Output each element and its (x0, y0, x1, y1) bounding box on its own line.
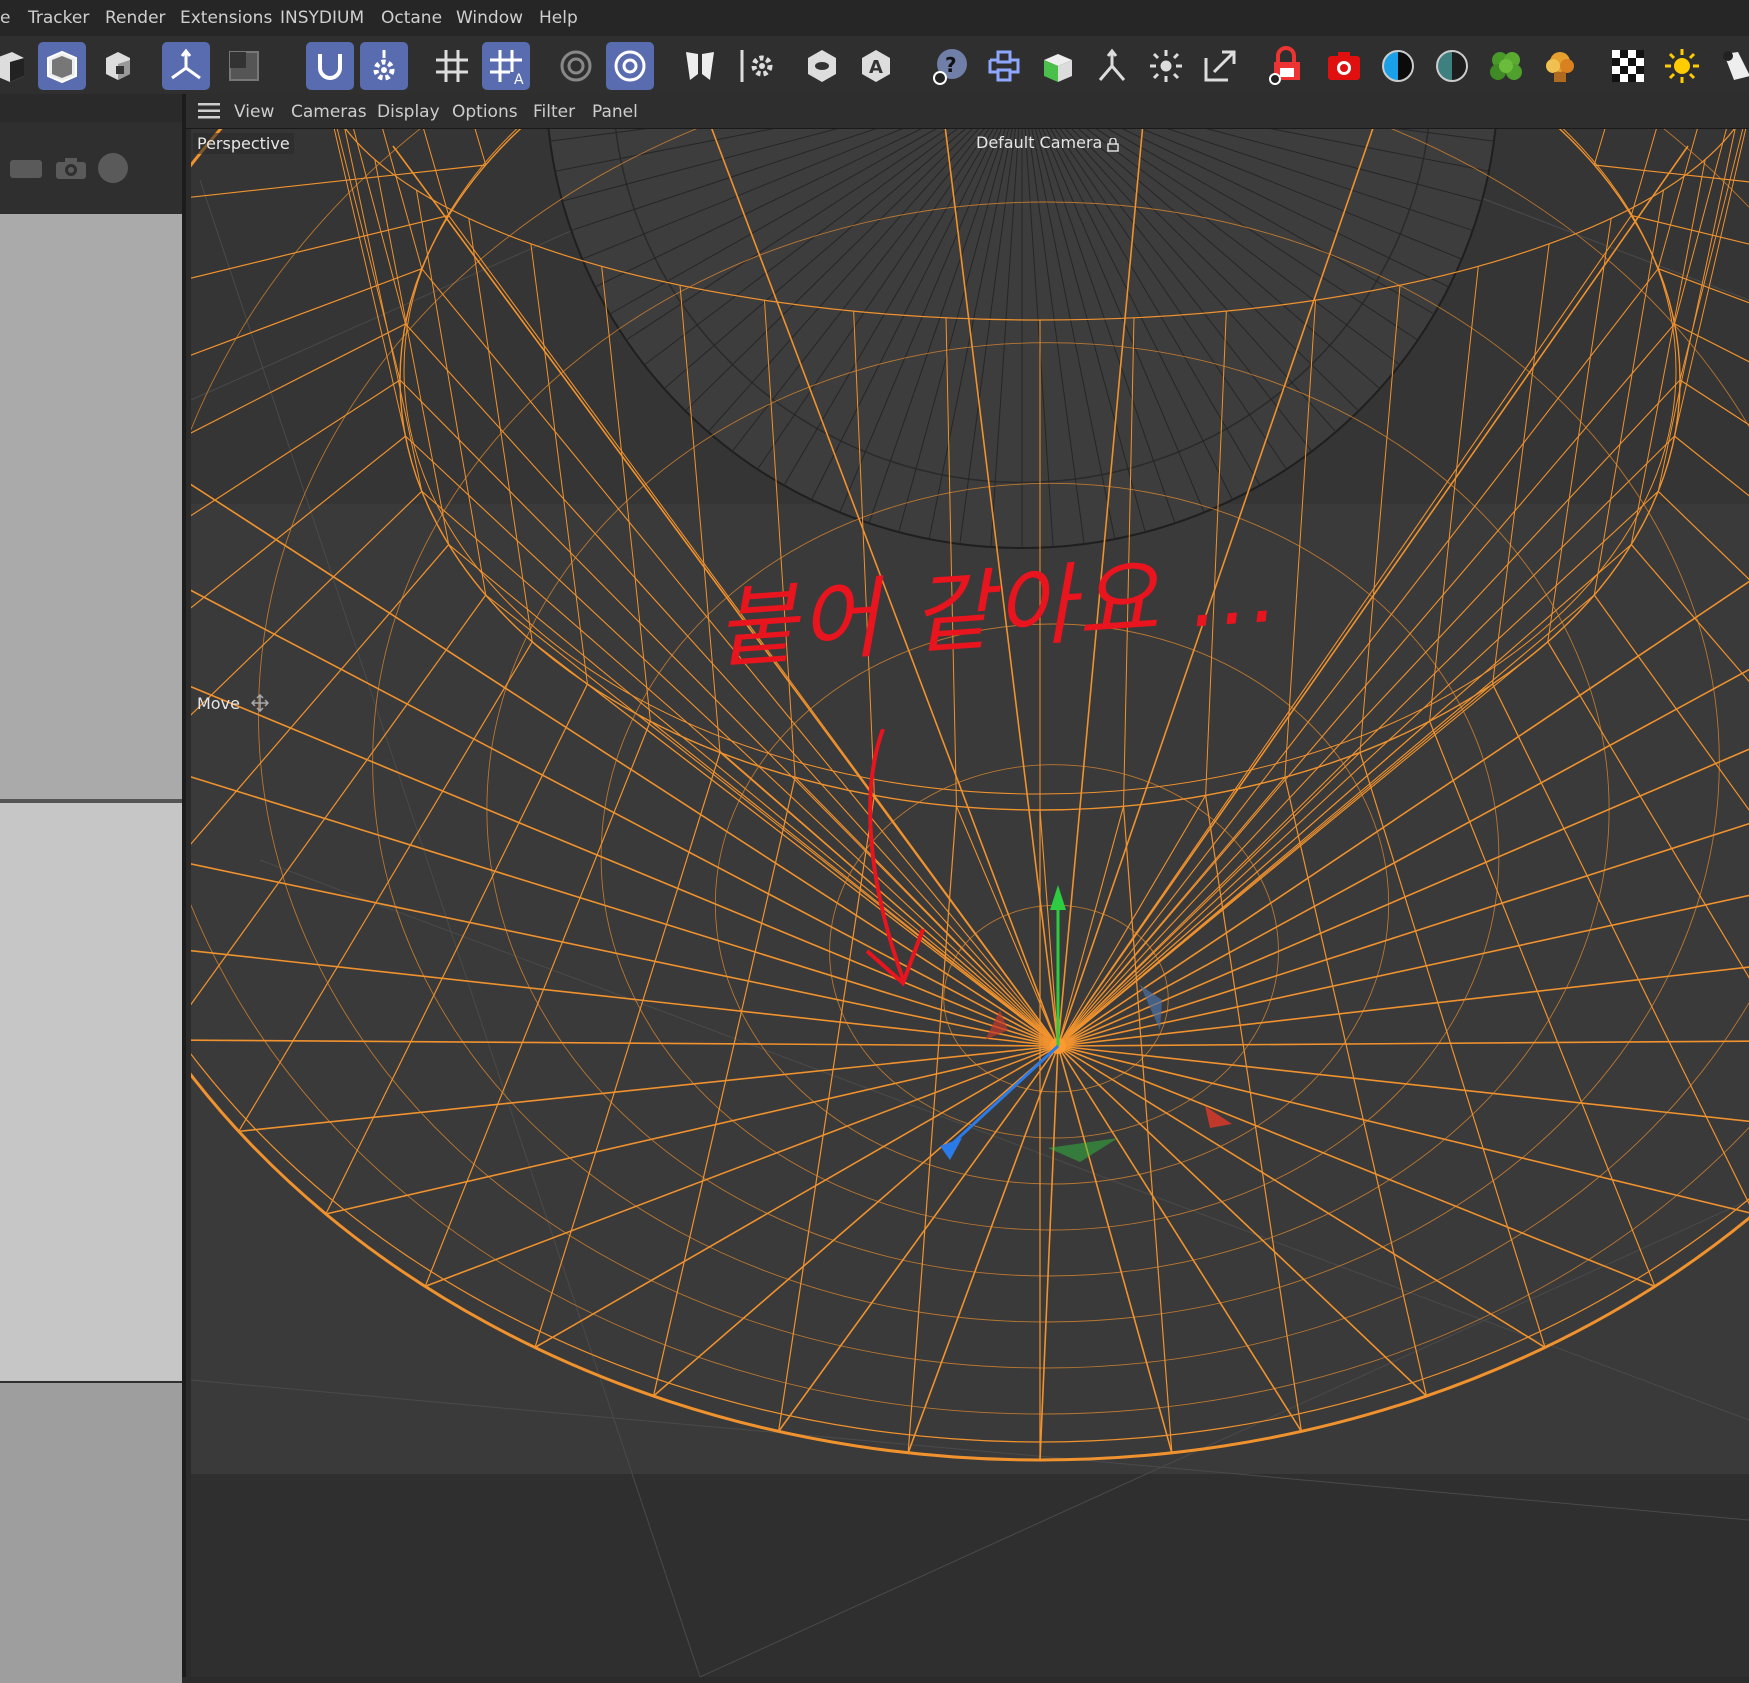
svg-text:A: A (869, 57, 883, 78)
focus-icon[interactable] (1142, 42, 1190, 90)
camera-red-icon[interactable] (1320, 42, 1368, 90)
sun-icon[interactable] (1658, 42, 1706, 90)
menu-item-tracker[interactable]: Tracker (28, 8, 89, 28)
viewport-menu-view[interactable]: View (234, 102, 274, 122)
rect-tool-icon[interactable] (10, 160, 42, 178)
left-panel-header (0, 94, 182, 122)
branch-icon[interactable] (1088, 42, 1136, 90)
menu-item-octane[interactable]: Octane (381, 8, 442, 28)
lock-camera-icon[interactable] (1262, 42, 1310, 90)
frame-icon[interactable] (220, 42, 268, 90)
camera-lock-icon (1107, 136, 1121, 152)
svg-text:A: A (514, 72, 524, 86)
viewport-projection-label: Perspective (193, 133, 294, 154)
annotation-arrow (865, 729, 925, 987)
viewport-menu-bar: View Cameras Display Options Filter Pane… (186, 94, 1749, 129)
spotlight-icon[interactable] (1712, 42, 1749, 90)
menu-item-window[interactable]: Window (456, 8, 523, 28)
help-orb-icon[interactable]: ? (926, 42, 974, 90)
active-tool-label: Move (197, 694, 240, 713)
green-cube-icon[interactable] (1034, 42, 1082, 90)
cube-partial-icon[interactable] (0, 42, 34, 90)
menu-bar: e Tracker Render Extensions INSYDIUM Oct… (0, 0, 1749, 36)
target-icon[interactable] (552, 42, 600, 90)
camera-label-group[interactable]: Default Camera (976, 133, 1121, 152)
teal-circle-icon[interactable] (1428, 42, 1476, 90)
camera-label: Default Camera (976, 133, 1103, 152)
left-panel-area-1 (0, 214, 182, 799)
viewport-menu-display[interactable]: Display (377, 102, 440, 122)
settings-icon[interactable] (734, 42, 782, 90)
magnet-icon[interactable] (306, 42, 354, 90)
left-panel-area-3 (0, 1383, 182, 1683)
python-icon[interactable] (980, 42, 1028, 90)
viewport-menu-options[interactable]: Options (452, 102, 518, 122)
left-panel (0, 94, 186, 1683)
cube-model-icon[interactable] (38, 42, 86, 90)
grid-snap-a-icon[interactable]: A (482, 42, 530, 90)
left-panel-toolbar (0, 148, 182, 188)
cube-object-icon[interactable] (94, 42, 142, 90)
menu-item-extensions[interactable]: Extensions (180, 8, 272, 28)
circle-tool-icon[interactable] (98, 153, 128, 183)
menu-item-help[interactable]: Help (539, 8, 578, 28)
left-panel-area-2 (0, 803, 182, 1381)
menu-item-e[interactable]: e (0, 8, 10, 28)
camera-icon[interactable] (54, 156, 88, 180)
axis-icon[interactable] (162, 42, 210, 90)
grid-snap-icon[interactable] (428, 42, 476, 90)
viewport-menu-cameras[interactable]: Cameras (291, 102, 367, 122)
handwritten-annotation: 붙어 같아요 ... (711, 539, 1451, 1039)
hamburger-menu-icon[interactable] (198, 103, 220, 119)
viewport-menu-panel[interactable]: Panel (592, 102, 638, 122)
blue-circle-icon[interactable] (1374, 42, 1422, 90)
viewport[interactable]: Perspective Default Camera Move 붙어 같아요 .… (191, 129, 1749, 1677)
symmetry-icon[interactable] (676, 42, 724, 90)
expand-icon[interactable] (1196, 42, 1244, 90)
tree-icon[interactable] (1482, 42, 1530, 90)
menu-item-render[interactable]: Render (105, 8, 166, 28)
toolbar: A A ? (0, 36, 1749, 95)
gear-snap-icon[interactable] (360, 42, 408, 90)
svg-text:?: ? (945, 53, 957, 77)
checker-icon[interactable] (1604, 42, 1652, 90)
viewport-menu-filter[interactable]: Filter (533, 102, 575, 122)
menu-item-insydium[interactable]: INSYDIUM (280, 8, 364, 28)
hexagon-a-icon[interactable]: A (852, 42, 900, 90)
target-settings-icon[interactable] (606, 42, 654, 90)
move-tool-icon (250, 693, 270, 713)
explosion-icon[interactable] (1536, 42, 1584, 90)
hexagon-eye-icon[interactable] (798, 42, 846, 90)
